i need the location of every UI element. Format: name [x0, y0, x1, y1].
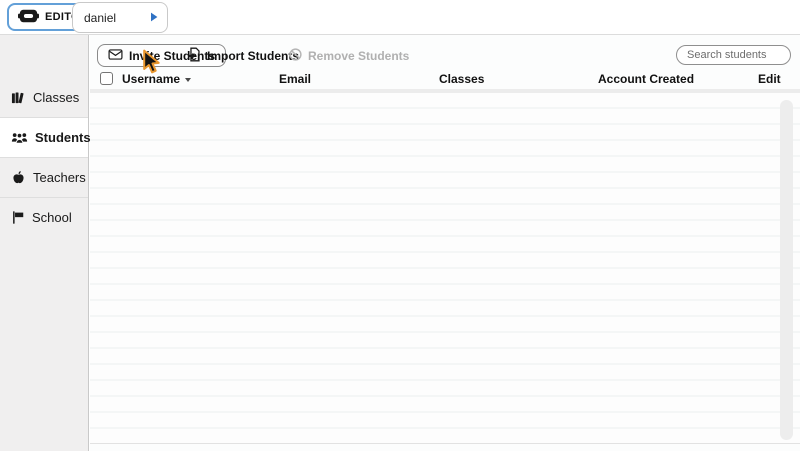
screen-editor-icon: [18, 9, 39, 26]
sidebar-item-classes[interactable]: Classes: [0, 78, 88, 117]
flag-icon: [11, 210, 25, 225]
column-header-account-created: Account Created: [598, 72, 694, 86]
vertical-scrollbar[interactable]: [780, 100, 793, 440]
import-students-button[interactable]: Import Students: [188, 47, 299, 65]
envelope-icon: [108, 49, 123, 63]
column-header-email: Email: [279, 72, 311, 86]
books-icon: [11, 90, 26, 105]
select-all-checkbox[interactable]: [100, 72, 113, 85]
students-table-header: Username Email Classes Account Created E…: [90, 70, 800, 90]
project-tab-label: daniel: [84, 11, 116, 25]
sidebar-item-label: Students: [35, 130, 91, 145]
remove-students-button: Remove Students: [289, 47, 409, 65]
play-icon[interactable]: [150, 9, 158, 27]
app-window: EDITOR daniel Classes: [0, 0, 800, 451]
search-input[interactable]: [676, 45, 791, 65]
students-icon: [11, 131, 28, 144]
sidebar-item-label: Classes: [33, 90, 79, 105]
sidebar: Classes Students: [0, 35, 89, 451]
column-header-classes: Classes: [439, 72, 484, 86]
topbar: EDITOR daniel: [0, 0, 800, 35]
sidebar-item-students[interactable]: Students: [0, 118, 88, 157]
sidebar-item-teachers[interactable]: Teachers: [0, 158, 88, 197]
sort-caret-icon: [185, 78, 191, 82]
sidebar-item-school[interactable]: School: [0, 198, 88, 237]
apple-icon: [11, 170, 26, 185]
column-header-username[interactable]: Username: [122, 72, 191, 86]
sidebar-item-label: School: [32, 210, 72, 225]
students-panel: Invite Students Import Students Remove S…: [90, 35, 800, 451]
ban-icon: [289, 48, 302, 64]
import-students-label: Import Students: [207, 49, 299, 63]
column-header-edit: Edit: [758, 72, 781, 86]
remove-students-label: Remove Students: [308, 49, 409, 63]
project-tab[interactable]: daniel: [72, 2, 168, 33]
file-import-icon: [188, 47, 201, 65]
students-table-body: [90, 93, 800, 444]
sidebar-item-label: Teachers: [33, 170, 86, 185]
